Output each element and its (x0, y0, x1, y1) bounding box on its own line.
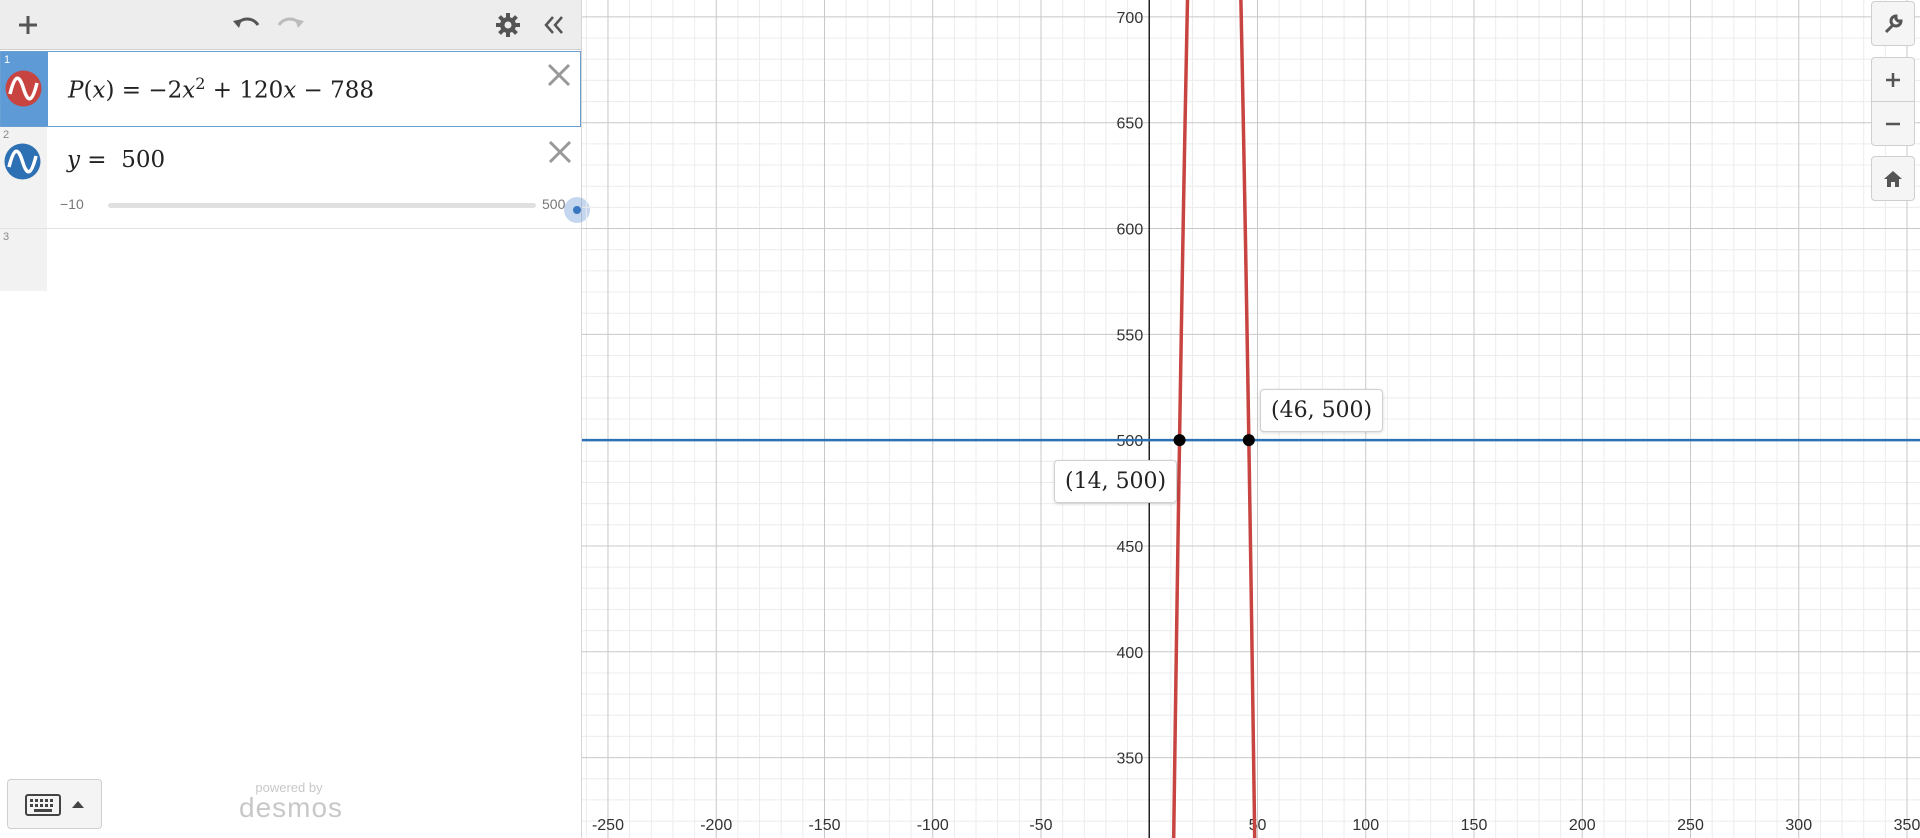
expression-index: 2 (3, 129, 10, 141)
exponent: 2 (195, 74, 206, 93)
expression-index: 1 (4, 54, 11, 66)
expression-index: 3 (3, 231, 10, 243)
keyboard-icon (25, 794, 61, 816)
lhs-variable: y (67, 147, 80, 173)
keyboard-toggle-button[interactable] (7, 779, 102, 829)
y-tick-label: 650 (1117, 116, 1144, 133)
x-tick-label: -50 (1029, 817, 1052, 834)
gear-icon (496, 13, 520, 37)
expression-panel: 1 P(x) = −2x2 + 120x − 788 2 y = 500 −10… (0, 0, 590, 838)
expression-row[interactable]: 1 P(x) = −2x2 + 120x − 788 (0, 51, 581, 127)
slider-min[interactable]: −10 (60, 196, 84, 212)
y-tick-label: 350 (1117, 751, 1144, 768)
curve-color-icon[interactable] (4, 143, 41, 180)
slider-track[interactable] (108, 197, 590, 223)
graph-canvas[interactable]: -250 -200 -150 -100 -50 50 100 150 200 250 300 350 7… (582, 0, 1920, 838)
empty-expression-row[interactable]: 3 (0, 229, 581, 291)
point-label-46-500[interactable]: (46, 500) (1260, 389, 1384, 432)
x-tick-label: 200 (1569, 817, 1596, 834)
x-tick-label: -250 (592, 817, 624, 834)
x-tick-label: -200 (700, 817, 732, 834)
y-tick-label: 500 (1117, 433, 1144, 450)
undo-icon (233, 17, 260, 28)
y-tick-label: 550 (1117, 327, 1144, 344)
expression-formula[interactable]: y = 500 (67, 147, 165, 173)
expression-formula[interactable]: P(x) = −2x2 + 120x − 788 (68, 74, 374, 104)
y-tick-label: 700 (1117, 10, 1144, 27)
close-icon[interactable] (545, 137, 575, 167)
coefficient-a: −2 (148, 77, 183, 104)
linear-variable: x (283, 77, 297, 104)
function-variable: x (92, 77, 106, 104)
plus-operator: + (212, 77, 232, 104)
expression-toolbar (0, 0, 581, 50)
slider-max[interactable]: 500 (542, 196, 565, 212)
x-tick-label: 50 (1249, 817, 1267, 834)
intersection-point[interactable] (1173, 434, 1186, 447)
x-tick-label: 250 (1677, 817, 1704, 834)
redo-icon (277, 17, 304, 28)
slider-row: −10 500 (60, 195, 590, 223)
minus-operator: − (303, 77, 323, 104)
redo-button[interactable] (271, 5, 311, 45)
graph-settings-button[interactable] (1871, 1, 1915, 46)
minus-icon (1886, 122, 1900, 125)
collapse-panel-button[interactable] (534, 5, 574, 45)
y-tick-label: 450 (1117, 539, 1144, 556)
rhs-value: 500 (121, 147, 166, 173)
double-chevron-left-icon (544, 16, 563, 34)
y-tick-label: 400 (1117, 645, 1144, 662)
wrench-icon (1884, 13, 1903, 33)
x-tick-label: 100 (1352, 817, 1379, 834)
x-tick-label: 300 (1785, 817, 1812, 834)
undo-button[interactable] (226, 5, 266, 45)
expression-list: 1 P(x) = −2x2 + 120x − 788 2 y = 500 −10… (0, 51, 590, 291)
y-tick-label: 600 (1117, 222, 1144, 239)
x-tick-label: -100 (917, 817, 949, 834)
caret-up-icon (72, 801, 84, 808)
zoom-in-button[interactable] (1871, 57, 1915, 102)
constant-c: 788 (330, 77, 375, 104)
default-viewport-button[interactable] (1871, 156, 1915, 201)
x-tick-label: 350 (1894, 817, 1920, 834)
desmos-logo: desmos (239, 792, 344, 823)
coefficient-b: 120 (239, 77, 284, 104)
tick-labels: -250 -200 -150 -100 -50 50 100 150 200 250 300 350 7… (592, 10, 1920, 834)
intersection-point[interactable] (1242, 434, 1255, 447)
minor-grid (582, 0, 1920, 838)
function-name: P (68, 77, 84, 104)
curve-color-icon[interactable] (5, 70, 42, 107)
x-tick-label: 150 (1461, 817, 1488, 834)
squared-variable: x (182, 77, 196, 104)
expression-row[interactable]: 2 y = 500 −10 500 (0, 127, 590, 229)
desmos-branding: powered by desmos (239, 780, 344, 823)
settings-button[interactable] (488, 5, 528, 45)
plus-icon (1886, 72, 1900, 87)
zoom-out-button[interactable] (1871, 101, 1915, 146)
home-icon (1884, 170, 1902, 187)
add-item-button[interactable] (8, 5, 48, 45)
x-tick-label: -150 (808, 817, 840, 834)
plus-icon (19, 16, 37, 34)
close-icon[interactable] (544, 60, 574, 90)
point-label-14-500[interactable]: (14, 500) (1054, 460, 1178, 503)
